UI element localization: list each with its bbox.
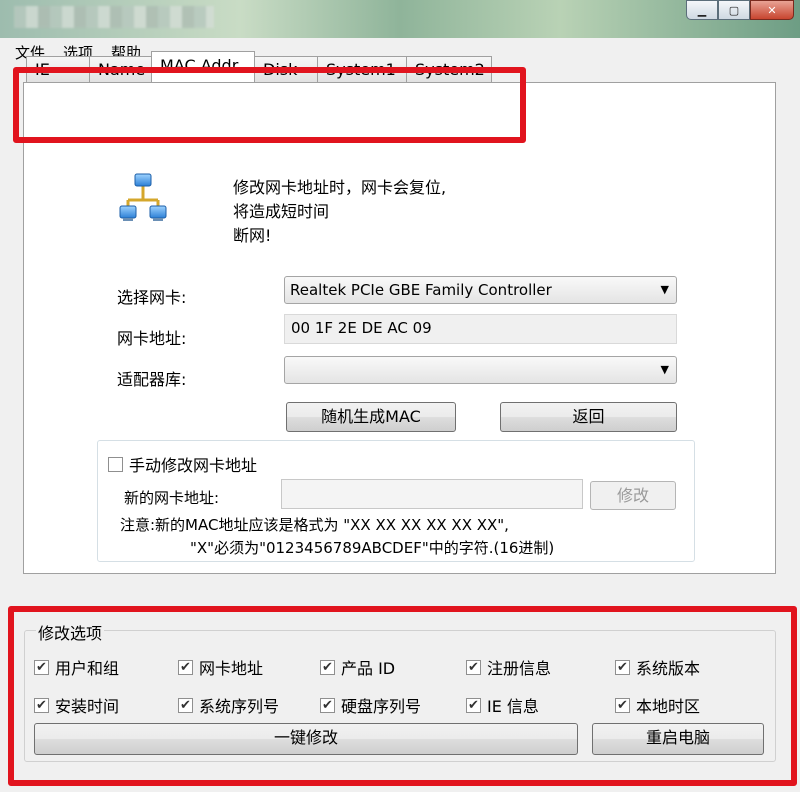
manual-modify-checkbox[interactable]: 手动修改网卡地址 bbox=[108, 452, 257, 476]
maximize-icon: ▢ bbox=[728, 3, 740, 17]
tabs-highlight-box bbox=[13, 67, 526, 143]
select-nic-label: 选择网卡: bbox=[117, 288, 187, 307]
reset-warning-text: 修改网卡地址时，网卡会复位, 将造成短时间 断网! bbox=[233, 178, 447, 245]
close-button[interactable]: ✕ bbox=[750, 0, 794, 20]
adapter-lib-select[interactable]: ▼ bbox=[284, 356, 677, 384]
new-address-input[interactable] bbox=[281, 479, 583, 509]
minimize-button[interactable]: ▁ bbox=[686, 0, 718, 20]
nic-select[interactable]: Realtek PCIe GBE Family Controller ▼ bbox=[284, 276, 677, 304]
back-button[interactable]: 返回 bbox=[500, 402, 677, 432]
new-address-label: 新的网卡地址: bbox=[124, 489, 220, 507]
network-icon bbox=[119, 173, 167, 221]
dropdown-arrow-icon: ▼ bbox=[660, 283, 669, 296]
nic-address-field: 00 1F 2E DE AC 09 bbox=[284, 314, 677, 344]
window-title-blurred bbox=[14, 6, 214, 28]
maximize-button[interactable]: ▢ bbox=[718, 0, 750, 20]
close-icon: ✕ bbox=[767, 3, 777, 17]
options-highlight-box bbox=[8, 606, 797, 786]
nic-address-label: 网卡地址: bbox=[117, 329, 187, 348]
format-note-line1: 注意:新的MAC地址应该是格式为 "XX XX XX XX XX XX", bbox=[120, 516, 509, 534]
random-mac-button[interactable]: 随机生成MAC bbox=[286, 402, 456, 432]
dropdown-arrow-icon: ▼ bbox=[660, 363, 669, 376]
title-bar: ▁ ▢ ✕ bbox=[0, 0, 800, 38]
modify-button[interactable]: 修改 bbox=[590, 481, 676, 510]
checkbox-icon bbox=[108, 456, 123, 472]
adapter-lib-label: 适配器库: bbox=[117, 370, 187, 389]
minimize-icon: ▁ bbox=[697, 3, 707, 17]
format-note-line2: "X"必须为"0123456789ABCDEF"中的字符.(16进制) bbox=[190, 539, 555, 557]
